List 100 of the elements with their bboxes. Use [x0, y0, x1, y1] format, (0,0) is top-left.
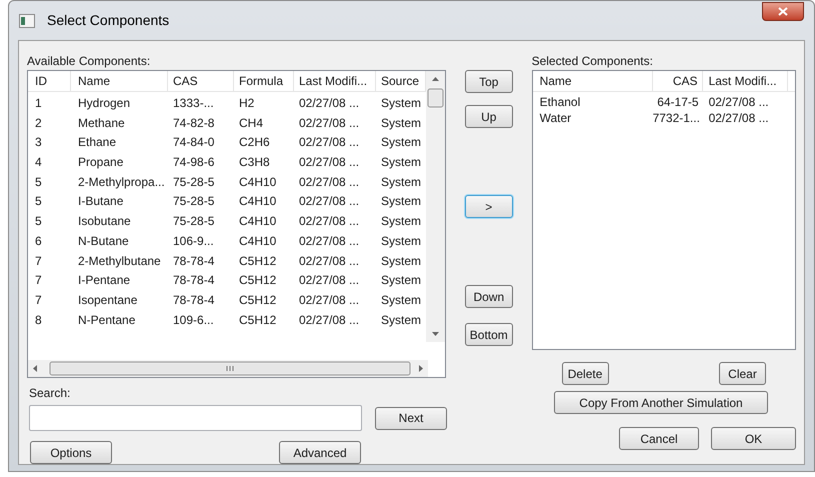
- column-header[interactable]: Last Modifi...: [294, 71, 376, 92]
- table-cell-text: 74-98-6: [172, 154, 216, 172]
- cancel-button[interactable]: Cancel: [619, 427, 699, 450]
- table-cell-text: 3: [34, 134, 43, 152]
- table-cell-text: 02/27/08 ...: [708, 94, 770, 110]
- up-button[interactable]: Up: [464, 105, 513, 128]
- ok-button[interactable]: OK: [711, 427, 796, 450]
- table-cell-text: 78-78-4: [172, 252, 216, 270]
- column-header[interactable]: ID: [28, 71, 71, 92]
- table-cell-text: Ethane: [77, 134, 118, 152]
- table-cell-text: 02/27/08 ...: [298, 193, 360, 210]
- close-icon: [778, 7, 788, 16]
- table-cell-text: 2-Methylbutane: [77, 252, 162, 270]
- table-cell-text: 02/27/08 ...: [298, 134, 360, 152]
- options-button[interactable]: Options: [30, 441, 112, 464]
- table-cell-text: System: [380, 95, 422, 112]
- table-cell-text: 02/27/08 ...: [298, 95, 360, 112]
- table-cell-text: C2H6: [238, 134, 271, 152]
- bottom-button[interactable]: Bottom: [464, 323, 513, 346]
- table-cell-text: 6: [34, 232, 43, 250]
- column-header[interactable]: CAS: [652, 71, 703, 92]
- table-cell-text: 7: [34, 272, 43, 290]
- vertical-scrollbar[interactable]: [426, 71, 445, 342]
- clear-button[interactable]: Clear: [719, 362, 766, 385]
- table-cell-text: 75-28-5: [172, 174, 216, 191]
- search-field[interactable]: [29, 405, 362, 431]
- column-header[interactable]: Name: [71, 71, 168, 92]
- table-cell-text: 75-28-5: [172, 213, 216, 230]
- table-cell-text: 5: [34, 213, 43, 230]
- column-header[interactable]: Formula: [234, 71, 294, 92]
- copy-button[interactable]: Copy From Another Simulation: [554, 391, 768, 414]
- table-cell-text: 02/27/08 ...: [298, 232, 360, 250]
- table-cell-text: System: [380, 174, 422, 191]
- table-cell-text: 02/27/08 ...: [298, 312, 360, 329]
- table-cell-text: 109-6...: [172, 312, 215, 329]
- table-cell-text: 74-84-0: [172, 134, 216, 152]
- table-cell-text: C5H12: [238, 252, 278, 270]
- table-cell-text: 02/27/08 ...: [298, 174, 360, 191]
- column-header[interactable]: CAS: [168, 71, 234, 92]
- down-button[interactable]: Down: [464, 285, 513, 308]
- table-cell-text: Methane: [77, 114, 126, 132]
- table-cell-text: 02/27/08 ...: [298, 114, 360, 132]
- table-cell-text: C5H12: [238, 292, 278, 309]
- table-cell-text: 02/27/08 ...: [298, 292, 360, 309]
- available-label: Available Components:: [27, 53, 152, 70]
- table-cell-text: 02/27/08 ...: [298, 154, 360, 172]
- delete-button[interactable]: Delete: [562, 362, 609, 385]
- table-cell-text: I-Pentane: [77, 272, 132, 290]
- table-cell-text: C3H8: [238, 154, 271, 172]
- table-cell-text: 2-Methylpropa...: [77, 174, 166, 191]
- table-cell-text: System: [380, 154, 422, 172]
- advanced-button[interactable]: Advanced: [279, 441, 361, 464]
- table-cell-text: 64-17-5: [656, 94, 700, 110]
- column-header[interactable]: Last Modifi...: [702, 71, 788, 92]
- table-cell-text: 1333-...: [172, 95, 215, 112]
- table-cell-text: 7: [34, 252, 43, 270]
- window-title: Select Components: [47, 11, 170, 30]
- table-cell-text: System: [380, 193, 422, 210]
- table-cell-text: Hydrogen: [77, 95, 132, 112]
- column-header[interactable]: Name: [532, 71, 653, 92]
- table-cell-text: 2: [34, 114, 43, 132]
- table-cell-text: Isopentane: [77, 292, 138, 309]
- table-cell-text: System: [380, 232, 422, 250]
- table-cell-text: C4H10: [238, 174, 278, 191]
- selected-label: Selected Components:: [532, 53, 654, 70]
- table-cell-text: System: [380, 312, 422, 329]
- horizontal-scrollbar[interactable]: [28, 360, 428, 377]
- table-cell-text: Water: [538, 110, 572, 126]
- table-cell-text: Propane: [77, 154, 124, 172]
- table-cell-text: 7: [34, 292, 43, 309]
- table-cell-text: 02/27/08 ...: [298, 272, 360, 290]
- table-cell-text: System: [380, 114, 422, 132]
- search-label: Search:: [28, 386, 72, 401]
- table-cell-text: C4H10: [238, 232, 278, 250]
- add-button[interactable]: >: [464, 195, 513, 218]
- table-cell-text: C5H12: [238, 312, 278, 329]
- table-cell-text: 75-28-5: [172, 193, 216, 210]
- table-cell-text: 02/27/08 ...: [298, 252, 360, 270]
- table-cell-text: System: [380, 272, 422, 290]
- close-button[interactable]: [762, 2, 804, 21]
- table-cell-text: CH4: [238, 114, 264, 132]
- table-cell-text: 78-78-4: [172, 292, 216, 309]
- table-cell-text: 02/27/08 ...: [298, 213, 360, 230]
- table-cell-text: H2: [238, 95, 256, 112]
- table-cell-text: N-Butane: [77, 232, 130, 250]
- table-cell-text: C4H10: [238, 193, 278, 210]
- table-cell-text: 8: [34, 312, 43, 329]
- table-cell-text: 02/27/08 ...: [708, 110, 770, 126]
- table-cell-text: 5: [34, 193, 43, 210]
- table-cell-text: System: [380, 292, 422, 309]
- table-cell-text: System: [380, 213, 422, 230]
- next-button[interactable]: Next: [375, 406, 447, 430]
- table-cell-text: 5: [34, 174, 43, 191]
- table-cell-text: 78-78-4: [172, 272, 216, 290]
- window-icon: [19, 14, 35, 28]
- table-cell-text: 4: [34, 154, 43, 172]
- top-button[interactable]: Top: [464, 70, 513, 93]
- table-cell-text: Ethanol: [538, 94, 582, 110]
- table-cell-text: I-Butane: [77, 193, 124, 210]
- table-cell-text: 106-9...: [172, 232, 215, 250]
